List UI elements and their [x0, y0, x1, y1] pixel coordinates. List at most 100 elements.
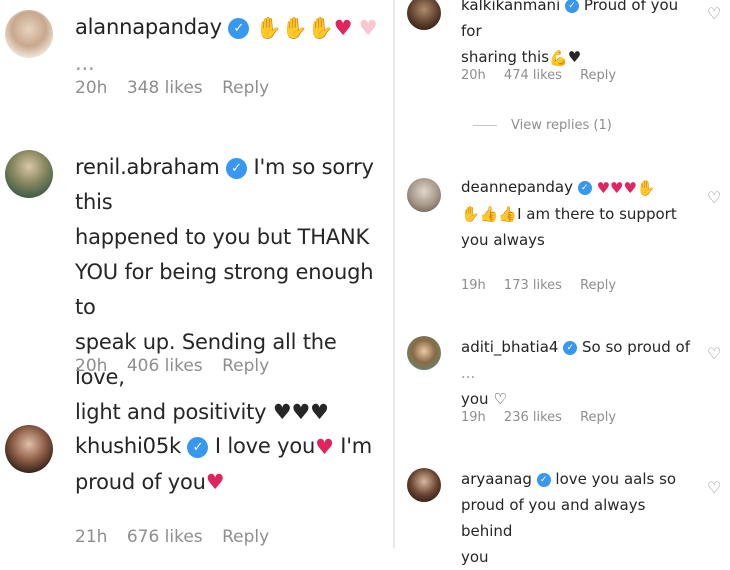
verified-badge-icon: ✓	[577, 180, 592, 195]
comment-body: alannapanday ✓ ✋✋✋♥ ♥...	[75, 10, 395, 81]
red-heart-emoji-icon: ♥	[315, 434, 334, 459]
verified-badge-icon: ✓	[565, 0, 580, 13]
username[interactable]: kalkikanmani	[461, 0, 560, 14]
thumbs-up-emoji-icon: 👍	[498, 205, 518, 223]
reply-link[interactable]: Reply	[222, 527, 269, 547]
comment-text: I am there to support	[517, 204, 677, 223]
left-comment-column: alannapanday ✓ ✋✋✋♥ ♥... 20h 348 likes R…	[0, 0, 395, 548]
like-heart-icon[interactable]: ♡	[707, 344, 721, 363]
like-count[interactable]: 236 likes	[504, 410, 562, 425]
red-heart-emoji-icon: ♥	[623, 178, 637, 197]
comment-time: 20h	[461, 68, 486, 83]
comment-khushi05k: khushi05k ✓ I love you♥ I'm proud of you…	[0, 415, 395, 548]
like-heart-icon[interactable]: ♡	[707, 478, 721, 497]
comment-time: 19h	[461, 278, 486, 293]
comment-kalkikanmani: kalkikanmani ✓ Proud of you for sharing …	[395, 0, 730, 150]
verified-badge-icon: ✓	[228, 17, 250, 39]
comment-renil-abraham: renil.abraham ✓ I'm so sorry this happen…	[0, 140, 395, 424]
red-heart-emoji-icon: ♥	[205, 470, 225, 494]
white-heart-emoji-icon: ♡	[493, 390, 507, 408]
comment-time: 20h	[75, 356, 108, 376]
comment-text: proud of you and always behind	[461, 496, 646, 540]
comment-line: khushi05k ✓ I love you♥ I'm	[75, 429, 390, 465]
comment-text: sharing this	[461, 48, 550, 66]
clap-emoji-icon: ✋	[307, 15, 334, 40]
comment-line: aryaanag ✓ love you aals so	[461, 466, 701, 492]
avatar[interactable]	[407, 336, 441, 370]
comment-line: kalkikanmani ✓ Proud of you for	[461, 0, 701, 44]
reply-link[interactable]: Reply	[580, 68, 616, 83]
open-hands-emoji-icon: ✋	[636, 178, 656, 197]
verified-badge-icon: ✓	[536, 472, 551, 487]
comment-meta: 21h 676 likes Reply	[75, 527, 283, 547]
comment-text: proud of you	[75, 469, 206, 494]
comment-meta: 19h 173 likes Reply	[461, 278, 630, 293]
right-comment-column: kalkikanmani ✓ Proud of you for sharing …	[395, 0, 730, 566]
username[interactable]: renil.abraham	[75, 155, 220, 179]
open-hands-emoji-icon: ✋	[461, 205, 480, 223]
comment-text: I'm	[340, 434, 373, 458]
comment-body: aditi_bhatia4 ✓ So so proud of ... you ♡	[461, 334, 701, 412]
avatar[interactable]	[407, 468, 441, 502]
comment-line: sharing this💪♥	[461, 44, 701, 71]
pink-heart-emoji-icon: ♥	[358, 15, 378, 40]
red-heart-emoji-icon: ♥	[610, 178, 624, 197]
comment-body: deannepanday ✓ ♥♥♥✋ ✋👍👍I am there to sup…	[461, 174, 701, 253]
comment-body: khushi05k ✓ I love you♥ I'm proud of you…	[75, 429, 390, 500]
comment-text: you	[461, 390, 489, 408]
comment-text: happened to you but THANK	[75, 225, 370, 249]
view-replies-label[interactable]: View replies (1)	[511, 118, 612, 133]
username[interactable]: khushi05k	[75, 434, 181, 458]
avatar[interactable]	[407, 178, 441, 212]
reply-link[interactable]: Reply	[580, 410, 616, 425]
thumbs-up-emoji-icon: 👍	[479, 205, 499, 223]
comment-body: renil.abraham ✓ I'm so sorry this happen…	[75, 150, 390, 430]
comment-line: aditi_bhatia4 ✓ So so proud of ...	[461, 334, 701, 386]
comment-meta: 20h 474 likes Reply	[461, 68, 630, 83]
comment-meta: 20h 406 likes Reply	[75, 356, 283, 376]
username[interactable]: deannepanday	[461, 178, 573, 196]
flexed-biceps-emoji-icon: 💪	[549, 48, 568, 67]
like-heart-icon[interactable]: ♡	[707, 188, 721, 207]
reply-link[interactable]: Reply	[222, 78, 269, 98]
like-count[interactable]: 474 likes	[504, 68, 562, 83]
truncation-ellipsis[interactable]: ...	[75, 51, 95, 75]
username[interactable]: aryaanag	[461, 470, 532, 488]
comment-time: 21h	[75, 527, 108, 547]
like-heart-icon[interactable]: ♡	[707, 4, 721, 23]
comment-aryaanag: aryaanag ✓ love you aals so proud of you…	[395, 462, 730, 566]
comment-line: deannepanday ✓ ♥♥♥✋	[461, 174, 701, 201]
comment-line: ✋👍👍I am there to support	[461, 201, 701, 228]
comment-meta: 19h 236 likes Reply	[461, 410, 630, 425]
username[interactable]: aditi_bhatia4	[461, 338, 558, 356]
reply-link[interactable]: Reply	[580, 278, 616, 293]
avatar[interactable]	[5, 425, 53, 473]
avatar[interactable]	[5, 150, 53, 198]
comment-time: 20h	[75, 78, 108, 98]
username[interactable]: alannapanday	[75, 15, 222, 39]
replies-divider-line	[473, 125, 497, 126]
comment-text: YOU for being strong enough to	[75, 260, 374, 319]
verified-badge-icon: ✓	[187, 436, 209, 458]
like-count[interactable]: 406 likes	[127, 356, 203, 376]
avatar[interactable]	[407, 0, 441, 30]
like-count[interactable]: 676 likes	[127, 527, 203, 547]
reply-link[interactable]: Reply	[222, 356, 269, 376]
red-heart-emoji-icon: ♥	[333, 15, 353, 40]
verified-badge-icon: ✓	[563, 340, 578, 355]
comment-body: aryaanag ✓ love you aals so proud of you…	[461, 466, 701, 570]
clap-emoji-icon: ✋	[255, 15, 282, 40]
view-replies-link[interactable]: View replies (1)	[473, 118, 612, 133]
clap-emoji-icon: ✋	[281, 15, 308, 40]
black-heart-emoji: ♥	[567, 48, 582, 66]
like-count[interactable]: 348 likes	[127, 78, 203, 98]
red-heart-emoji-icon: ♥	[596, 178, 611, 197]
comment-text: So so proud of	[582, 338, 691, 356]
avatar[interactable]	[5, 10, 53, 58]
comment-meta: 20h 348 likes Reply	[75, 78, 283, 98]
comment-time: 19h	[461, 410, 486, 425]
comment-line: proud of you♥	[75, 465, 390, 501]
like-count[interactable]: 173 likes	[504, 278, 562, 293]
comment-line: renil.abraham ✓ I'm so sorry this	[75, 150, 390, 220]
truncation-ellipsis[interactable]: ...	[461, 364, 475, 382]
